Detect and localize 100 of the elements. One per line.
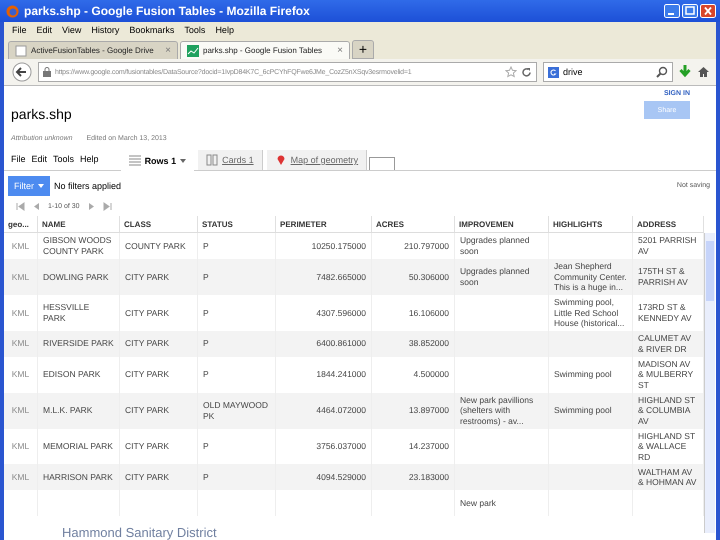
table-cell: CALUMET AV & RIVER DR	[638, 333, 692, 354]
minimize-icon	[664, 4, 680, 18]
scrollbar[interactable]	[704, 233, 715, 533]
table-cell: COUNTY PARK	[125, 240, 186, 251]
back-icon	[12, 62, 32, 82]
table-cell: 1844.241000	[316, 369, 366, 380]
menu-item[interactable]: Help	[210, 25, 239, 35]
table-cell: WALTHAM AV & HOHMAN AV	[638, 466, 696, 488]
menu-item[interactable]: Help	[80, 154, 103, 170]
column-header: HIGHLIGHTS	[548, 216, 632, 232]
filter-status-text: No filters applied	[54, 180, 122, 190]
table-cell: Upgrades planned soon	[460, 235, 530, 256]
table-cell: P	[203, 240, 209, 251]
menu-item[interactable]: Tools	[53, 154, 78, 170]
tab-close-button[interactable]: ×	[337, 45, 343, 56]
table-cell: P	[203, 308, 209, 318]
table-cell: KML	[12, 472, 30, 482]
table-cell: Swimming pool, Little Red School House (historical...	[554, 296, 624, 328]
table-cell: KML	[12, 240, 30, 251]
table-cell: CITY PARK	[125, 308, 170, 318]
table-cell: 175TH ST & PARRISH AV	[638, 266, 688, 287]
last-page-icon	[102, 202, 112, 210]
reload-icon	[521, 66, 532, 78]
table-cell: 38.852000	[408, 338, 449, 348]
table-cell: 7482.665000	[316, 272, 366, 282]
map-pin-icon	[274, 154, 287, 166]
search-icon	[656, 66, 668, 78]
close-icon	[700, 4, 716, 18]
table-cell: 210.797000	[404, 240, 449, 251]
menu-item[interactable]: Bookmarks	[124, 25, 180, 35]
table-cell: New park pavillions (shelters with restrooms) - av...	[460, 394, 534, 426]
table-cell: 16.106000	[408, 308, 449, 318]
new-tab-button[interactable]: +	[352, 40, 374, 59]
slide-footer-text: Hammond Sanitary District	[62, 525, 217, 540]
table-cell: Upgrades planned soon	[460, 266, 530, 287]
table-cell: P	[203, 369, 209, 380]
table-cell: 4464.072000	[316, 405, 366, 416]
view-tab[interactable]: Cards 1	[198, 150, 263, 170]
previous-page-icon	[32, 202, 41, 210]
menu-item[interactable]: View	[57, 25, 86, 35]
chart-icon	[187, 44, 199, 56]
table-title: parks.shp	[11, 106, 73, 122]
table-cell: MADISON AV & MULBERRY ST	[638, 358, 693, 390]
table-cell: P	[203, 338, 209, 348]
table-cell: Swimming pool	[554, 405, 612, 416]
browser-tab[interactable]: ActiveFusionTables - Google Drive ×	[8, 41, 178, 59]
table-cell: Jean Shepherd Community Center. This is a huge in...	[554, 261, 627, 292]
menu-item[interactable]: History	[86, 25, 124, 35]
table-cell: New park	[460, 498, 496, 508]
menu-item[interactable]: Tools	[179, 25, 210, 35]
table-cell: KML	[12, 369, 30, 380]
star-icon	[505, 66, 517, 78]
table-cell: KML	[12, 405, 30, 416]
column-header: PERIMETER	[276, 216, 372, 232]
menu-item[interactable]: Edit	[32, 25, 58, 35]
menu-item[interactable]: Edit	[32, 154, 52, 170]
tab-label: ActiveFusionTables - Google Drive	[31, 46, 155, 55]
table-cell: KML	[12, 308, 30, 318]
search-text: drive	[563, 67, 584, 77]
download-icon	[679, 65, 691, 79]
table-cell: 23.183000	[408, 472, 449, 482]
table-cell: CITY PARK	[125, 405, 170, 416]
add-tab-button[interactable]	[369, 157, 396, 170]
scrollbar-thumb[interactable]	[706, 241, 714, 301]
table-cell: KML	[12, 272, 30, 282]
lock-icon	[43, 67, 51, 77]
menu-item[interactable]: File	[11, 154, 30, 170]
google-icon	[548, 66, 559, 78]
table-cell: P	[203, 272, 209, 282]
column-header: ACRES	[372, 216, 454, 232]
table-cell: HIGHLAND ST & WALLACE RD	[638, 430, 695, 462]
column-header: STATUS	[198, 216, 276, 232]
table-cell: 50.306000	[408, 272, 449, 282]
table-cell: 4.500000	[414, 369, 449, 380]
table-cell: EDISON PARK	[43, 369, 100, 380]
column-header: IMPROVEMEN	[454, 216, 548, 232]
table-cell: HIGHLAND ST & COLUMBIA AV	[638, 394, 695, 426]
browser-tab[interactable]: parks.shp - Google Fusion Tables ×	[180, 41, 350, 59]
column-header: geo...	[4, 216, 38, 232]
window-title: parks.shp - Google Fusion Tables - Mozilla Firefox	[24, 4, 311, 18]
column-header: CLASS	[120, 216, 198, 232]
column-header: ADDRESS	[632, 216, 704, 232]
table-cell: Swimming pool	[554, 369, 612, 380]
table-cell: CITY PARK	[125, 472, 170, 482]
search-field[interactable]: drive	[543, 62, 673, 82]
table-cell: 4307.596000	[316, 308, 366, 318]
table-cell: 13.897000	[408, 405, 449, 416]
first-page-icon	[16, 202, 25, 210]
rows-icon	[128, 154, 141, 166]
home-icon	[697, 66, 710, 78]
table-cell: 173RD ST & KENNEDY AV	[638, 302, 692, 323]
table-cell: 4094.529000	[316, 472, 366, 482]
page-icon	[15, 44, 27, 56]
table-cell: P	[203, 472, 209, 482]
menu-item[interactable]: File	[7, 25, 32, 35]
view-tab[interactable]: Map of geometry	[266, 150, 368, 170]
table-cell: OLD MAYWOOD PK	[203, 400, 268, 421]
table-cell: 6400.861000	[316, 338, 366, 348]
table-cell: 10250.175000	[312, 240, 366, 251]
dropdown-caret-icon	[38, 184, 44, 188]
